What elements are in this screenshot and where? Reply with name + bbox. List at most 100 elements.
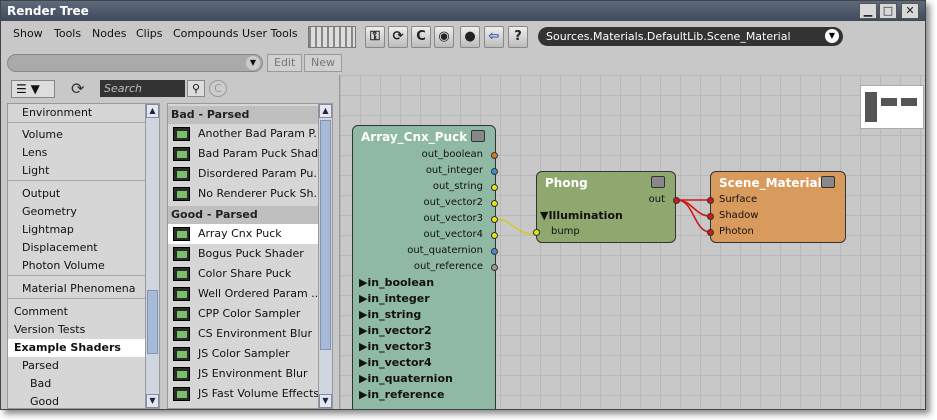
list-item[interactable]: Bogus Puck Shader [168,244,318,264]
list-item[interactable]: Lens [8,144,148,162]
title-bar[interactable]: Render Tree ▁ □ ✕ [1,1,925,21]
input-param[interactable]: ▶in_integer [359,292,430,305]
shader-icon [173,367,190,381]
input-port-icon[interactable] [533,229,540,236]
node-graph-canvas[interactable]: Array_Cnx_Puck out_boolean out_integer o… [339,75,925,409]
shader-scrollbar[interactable]: ▲ ▼ [318,104,332,408]
list-item-selected[interactable]: Example Shaders [8,339,148,357]
list-item[interactable]: JS Color Sampler [168,344,318,364]
output-port-icon[interactable] [491,248,498,255]
list-item[interactable]: Bad [8,375,148,393]
output-port-icon[interactable] [491,152,498,159]
material-path-select[interactable]: Sources.Materials.DefaultLib.Scene_Mater… [538,27,843,46]
scene-material-node[interactable]: Scene_Material Surface Shadow Photon [710,171,846,243]
list-item[interactable]: Photon Volume [8,257,148,275]
category-list: Environment Volume Lens Light Output Geo… [7,103,160,409]
input-param[interactable]: ▶in_string [359,308,421,321]
list-item[interactable]: CPP Color Sampler [168,304,318,324]
list-item[interactable]: Good [8,393,148,408]
list-item[interactable]: Light [8,162,148,180]
list-item[interactable]: Material Phenomena [8,280,148,298]
node-collapse-icon[interactable] [471,130,485,142]
lock-icon[interactable]: ⚿ [365,26,385,48]
menu-tools[interactable]: Tools [54,27,81,40]
port-label: out [648,194,665,205]
search-icon[interactable]: ⚲ [187,80,205,97]
minimize-button[interactable]: ▁ [859,3,877,19]
input-param[interactable]: ▶in_vector2 [359,324,432,337]
grip-handle[interactable] [308,26,356,48]
scroll-thumb[interactable] [320,120,331,350]
close-button[interactable]: ✕ [901,3,919,19]
help-icon[interactable]: ? [508,26,528,48]
list-item[interactable]: Version Tests [8,321,148,339]
list-item[interactable]: Displacement [8,239,148,257]
clear-search-icon[interactable]: C [209,80,227,97]
new-button[interactable]: New [304,54,342,72]
list-item[interactable]: Lightmap [8,221,148,239]
list-item[interactable]: Parsed [8,357,148,375]
list-item[interactable]: Volume [8,126,148,144]
output-port-icon[interactable] [491,184,498,191]
list-item[interactable]: Well Ordered Param ... [168,284,318,304]
arrow-left-icon[interactable]: ⇦ [484,26,504,48]
scroll-down-icon[interactable]: ▼ [319,394,332,408]
scroll-down-icon[interactable]: ▼ [146,394,159,408]
list-view-icon[interactable]: ☰ ▼ [11,80,55,98]
output-port-icon[interactable] [491,216,498,223]
port-label: out_integer [425,165,483,176]
refresh-icon[interactable]: ⟳ [388,26,408,48]
menu-compounds[interactable]: Compounds [173,27,239,40]
input-param[interactable]: ▶in_vector3 [359,340,432,353]
node-collapse-icon[interactable] [821,176,835,188]
list-item[interactable]: CS Environment Blur [168,324,318,344]
list-item[interactable]: Color Share Puck [168,264,318,284]
scroll-up-icon[interactable]: ▲ [146,104,159,118]
preset-combo[interactable]: ▼ [7,54,263,72]
category-scrollbar[interactable]: ▲ ▼ [145,104,159,408]
input-param[interactable]: ▶in_vector4 [359,356,432,369]
list-item-selected[interactable]: Array Cnx Puck [168,224,318,244]
list-item[interactable]: Bad Param Puck Shader [168,144,318,164]
input-param[interactable]: ▶in_quaternion [359,372,453,385]
edit-button[interactable]: Edit [267,54,303,72]
clear-icon[interactable]: C [411,26,431,48]
window-title: Render Tree [7,4,89,18]
list-item[interactable]: Comment [8,303,148,321]
refresh-icon[interactable]: ⟳ [71,79,84,98]
phong-node[interactable]: Phong out ▼Illumination bump [533,171,676,243]
list-item[interactable]: JS Fast Volume Effects [168,384,318,404]
node-collapse-icon[interactable] [651,176,665,188]
list-item[interactable]: Disordered Param Pu... [168,164,318,184]
list-divider [8,122,148,123]
list-item[interactable]: No Renderer Puck Sh... [168,184,318,204]
list-item[interactable]: Another Bad Param P... [168,124,318,144]
list-item[interactable]: Geometry [8,203,148,221]
output-port-icon[interactable] [491,200,498,207]
port-label: out_vector3 [423,213,483,224]
input-param[interactable]: ▶in_reference [359,388,444,401]
output-port-icon[interactable] [491,264,498,271]
list-item[interactable]: Output [8,185,148,203]
menu-clips[interactable]: Clips [136,27,163,40]
sphere-icon[interactable]: ● [460,26,480,48]
scroll-thumb[interactable] [147,290,158,354]
globe-icon[interactable]: ◉ [434,26,454,48]
input-port-icon[interactable] [707,229,714,236]
input-port-icon[interactable] [707,197,714,204]
output-port-icon[interactable] [673,197,680,204]
array-cnx-puck-node[interactable]: Array_Cnx_Puck out_boolean out_integer o… [352,125,498,409]
output-port-icon[interactable] [491,232,498,239]
input-port-icon[interactable] [707,213,714,220]
param-group[interactable]: ▼Illumination [540,209,623,222]
list-item[interactable]: Environment [8,104,148,122]
list-item[interactable]: JS Environment Blur [168,364,318,384]
input-param[interactable]: ▶in_boolean [359,276,434,289]
menu-user-tools[interactable]: User Tools [242,27,298,40]
scroll-up-icon[interactable]: ▲ [319,104,332,118]
output-port-icon[interactable] [491,168,498,175]
menu-nodes[interactable]: Nodes [92,27,126,40]
search-input[interactable]: Search [100,80,185,97]
menu-show[interactable]: Show [13,27,43,40]
maximize-button[interactable]: □ [879,3,897,19]
